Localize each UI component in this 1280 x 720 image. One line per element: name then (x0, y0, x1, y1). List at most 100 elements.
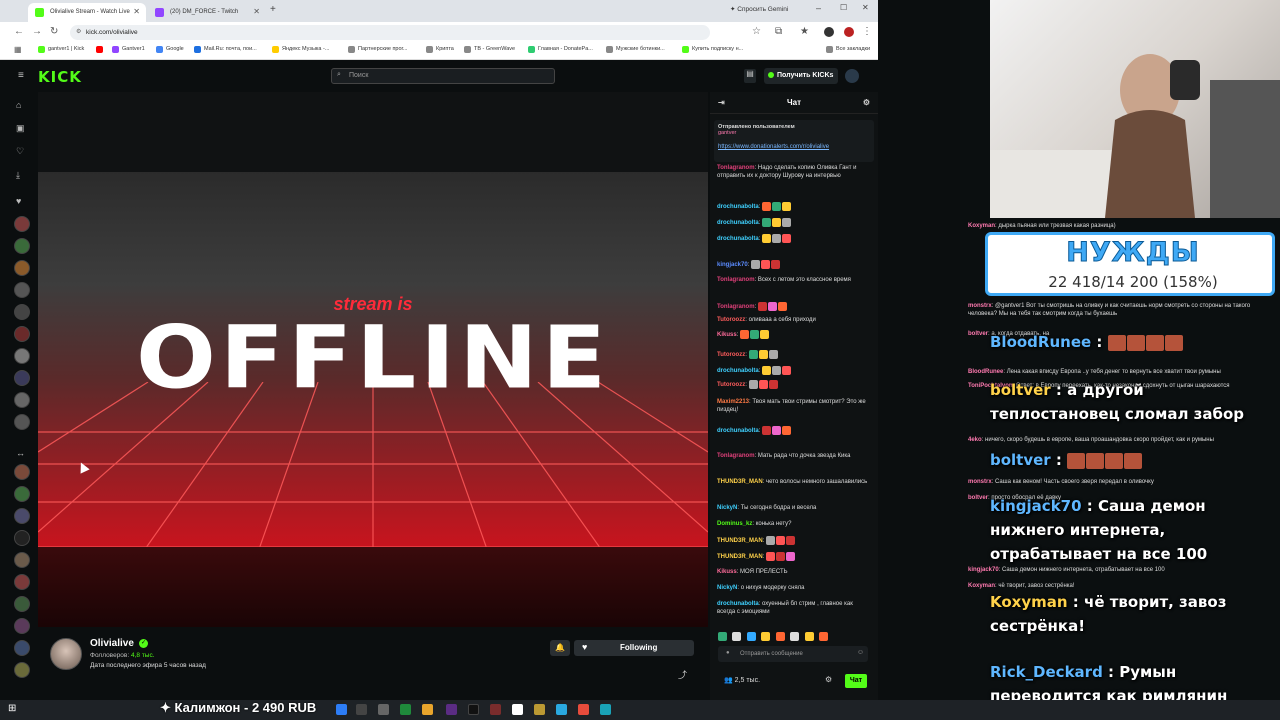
taskbar-app-icon[interactable] (556, 704, 567, 715)
bookmark-item[interactable]: Gantver1 (112, 46, 145, 53)
tab-olivialive[interactable]: Olivialive Stream - Watch Live ✕ (28, 3, 146, 22)
chat-username[interactable]: NickyN (717, 585, 737, 591)
chat-message[interactable]: Tutoroozz: (717, 380, 869, 389)
channel-avatar-large[interactable] (50, 638, 82, 670)
chat-username[interactable]: drochunabolta (717, 220, 759, 226)
chat-message[interactable]: Tonlagranom: Мать рада что дочка звезда … (717, 452, 869, 460)
chat-message[interactable]: kingjack70: (717, 260, 869, 269)
chat-message[interactable]: drochunabolta: (717, 202, 869, 211)
close-tab-icon[interactable]: ✕ (133, 7, 140, 16)
taskbar-app-icon[interactable] (378, 704, 389, 715)
emote[interactable] (819, 632, 829, 642)
chat-message[interactable]: drochunabolta: (717, 234, 869, 243)
channel-avatar[interactable] (14, 326, 30, 342)
chat-message[interactable]: THUND3R_MAN: (717, 552, 869, 561)
kick-logo[interactable]: KICK (38, 68, 82, 86)
back-icon[interactable]: ← (14, 26, 24, 37)
bookmark-item[interactable]: Мужские ботинки... (606, 46, 665, 53)
chat-username[interactable]: Maxim2213 (717, 399, 749, 405)
emote[interactable] (790, 632, 800, 642)
chat-username[interactable]: kingjack70 (717, 262, 748, 268)
taskbar-app-icon[interactable] (600, 704, 611, 715)
chat-message[interactable]: Maxim2213: Твоя мать твои стримы смотрит… (717, 398, 869, 414)
emote[interactable] (775, 632, 785, 642)
channel-avatar[interactable] (14, 530, 30, 546)
chat-username[interactable]: Tutoroozz (717, 382, 745, 388)
send-chat-button[interactable]: Чат (845, 674, 867, 688)
channel-avatar[interactable] (14, 414, 30, 430)
emote[interactable] (761, 632, 771, 642)
channel-avatar[interactable] (14, 574, 30, 590)
channel-avatar[interactable] (14, 216, 30, 232)
taskbar-app-icon[interactable] (400, 704, 411, 715)
channel-avatar[interactable] (14, 238, 30, 254)
channel-avatar[interactable] (14, 370, 30, 386)
get-kicks-button[interactable]: Получить KICKs (764, 68, 838, 84)
bookmark-item[interactable]: TB - GreenWave (464, 46, 515, 53)
chat-mode-icon[interactable]: ● (726, 650, 730, 656)
channel-avatar[interactable] (14, 282, 30, 298)
chat-username[interactable]: Tonlagranom (717, 304, 755, 310)
star-icon[interactable]: ★ (800, 26, 809, 37)
all-bookmarks[interactable]: Все закладки (826, 46, 870, 53)
channel-avatar[interactable] (14, 618, 30, 634)
site-info-icon[interactable]: ⚙ (76, 28, 81, 35)
chat-username[interactable]: Tutoroozz (717, 352, 745, 358)
chat-message[interactable]: drochunabolta: (717, 426, 869, 435)
channel-avatar[interactable] (14, 662, 30, 678)
chat-username[interactable]: THUND3R_MAN (717, 538, 763, 544)
profile-avatar[interactable] (824, 27, 834, 37)
channel-avatar[interactable] (14, 260, 30, 276)
chat-message[interactable]: NickyN: о нихуя модерку сняла (717, 584, 869, 592)
bookmark-item[interactable]: Купить подписку н... (682, 46, 743, 53)
emoji-icon[interactable]: ☺ (857, 649, 864, 656)
taskbar-app-icon[interactable] (422, 704, 433, 715)
chat-message[interactable]: NickyN: Ты сегодня бодра и весела (717, 504, 869, 512)
chat-message[interactable]: Tonlagranom: Надо сделать копию Оливка Г… (717, 164, 869, 180)
channel-avatar[interactable] (14, 348, 30, 364)
chat-input[interactable]: ● Отправить сообщение ☺ (718, 646, 868, 662)
pinned-message[interactable]: Отправлено пользователем gantver https:/… (714, 120, 874, 162)
settings-icon[interactable]: ⚙ (825, 675, 832, 684)
bookmark-star-icon[interactable]: ☆ (752, 26, 761, 37)
gemini-button[interactable]: ✦ Спросить Gemini (730, 5, 788, 13)
chat-settings-icon[interactable]: ⚙ (863, 92, 870, 114)
forward-icon[interactable]: → (32, 26, 42, 37)
channel-avatar[interactable] (14, 304, 30, 320)
following-button[interactable]: ♥ Following (574, 640, 694, 656)
taskbar-app-icon[interactable] (446, 704, 457, 715)
emote[interactable] (732, 632, 742, 642)
channel-avatar[interactable] (14, 640, 30, 656)
chat-username[interactable]: Tonlagranom (717, 165, 755, 171)
channel-avatar[interactable] (14, 392, 30, 408)
chat-username[interactable]: drochunabolta (717, 204, 759, 210)
bookmark-item[interactable]: gantver1 | Kick (38, 46, 84, 53)
share-icon[interactable]: ⤴ (678, 668, 687, 681)
bookmark-item[interactable]: Главная - DonatePa... (528, 46, 593, 53)
chat-username[interactable]: Dominus_kz (717, 521, 752, 527)
home-icon[interactable]: ⌂ (16, 100, 21, 110)
channel-avatar[interactable] (14, 596, 30, 612)
channel-avatar[interactable] (14, 464, 30, 480)
chat-message[interactable]: Dominus_kz: конька нету? (717, 520, 869, 528)
taskbar-app-icon[interactable] (512, 704, 523, 715)
chat-message[interactable]: Kikuss: (717, 330, 869, 339)
tab-twitch[interactable]: (20) DM_FORCE - Twitch ✕ (148, 3, 266, 22)
chat-message[interactable]: THUND3R_MAN: чето волосы немного зашалав… (717, 478, 869, 486)
bookmark-item[interactable]: Крипта (426, 46, 454, 53)
chat-username[interactable]: drochunabolta (717, 236, 759, 242)
chat-username[interactable]: drochunabolta (717, 601, 759, 607)
heart-icon[interactable]: ♥ (16, 196, 21, 206)
chat-username[interactable]: Kikuss (717, 569, 737, 575)
chat-message[interactable]: drochunabolta: (717, 218, 869, 227)
account-icon[interactable] (844, 27, 854, 37)
layout-icon[interactable]: ▤ (744, 69, 756, 83)
notification-bell-button[interactable]: 🔔 (550, 640, 570, 656)
chat-message[interactable]: THUND3R_MAN: (717, 536, 869, 545)
taskbar-app-icon[interactable] (356, 704, 367, 715)
pinned-link[interactable]: https://www.donationalerts.com/r/olivial… (718, 144, 870, 150)
emote[interactable] (804, 632, 814, 642)
chat-message[interactable]: Kikuss: МОЯ ПРЕЛЕСТЬ (717, 568, 869, 576)
close-window-icon[interactable]: ✕ (862, 3, 869, 12)
bookmark-item[interactable]: Яндекс Музыка -... (272, 46, 329, 53)
